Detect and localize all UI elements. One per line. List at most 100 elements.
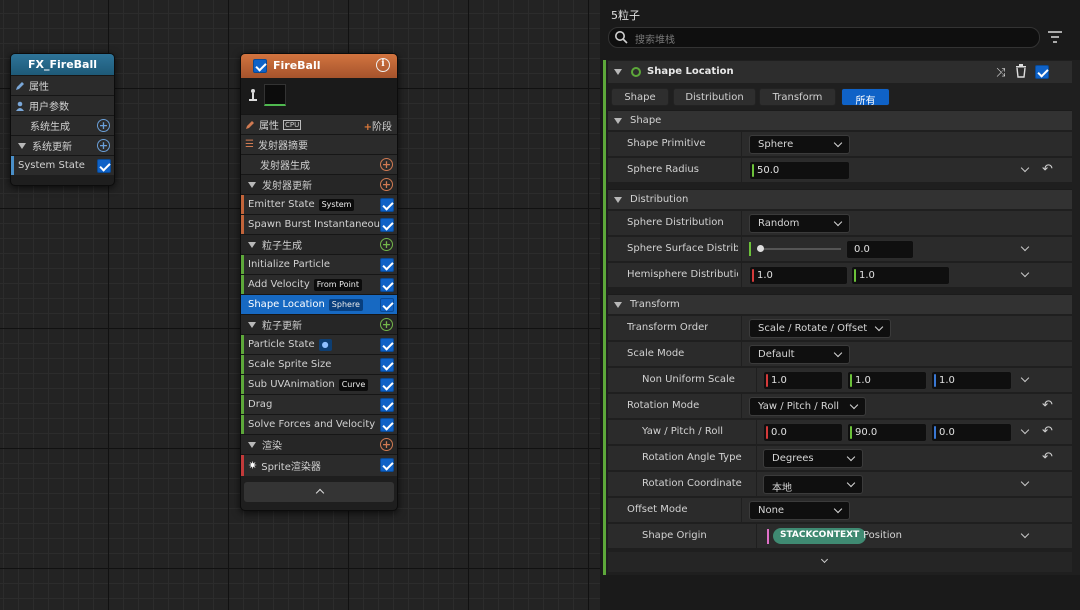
add-velocity-module[interactable]: Add Velocity From Point — [241, 274, 397, 294]
add-stage-button[interactable]: +阶段 — [364, 118, 392, 133]
graph-canvas[interactable]: FX_FireBall 属性 用户参数 系统生成 + 系统更新 + System… — [0, 0, 600, 610]
rotation-coordinate-dropdown[interactable]: 本地 — [763, 475, 863, 494]
sphere-distribution-dropdown[interactable]: Random — [749, 214, 850, 233]
drag-checkbox[interactable] — [380, 398, 394, 412]
expand-arrow-icon[interactable] — [614, 118, 622, 124]
slider-handle[interactable] — [757, 245, 764, 252]
scale-mode-dropdown[interactable]: Default — [749, 345, 850, 364]
expand-arrow-icon[interactable] — [248, 441, 256, 448]
chevron-down-icon[interactable] — [1020, 242, 1030, 252]
chevron-down-icon[interactable] — [1020, 529, 1030, 539]
module-enable-checkbox[interactable] — [1035, 65, 1049, 79]
info-icon[interactable]: i — [376, 58, 390, 72]
scale-sprite-size-module[interactable]: Scale Sprite Size — [241, 354, 397, 374]
stack-context-pill[interactable]: STACKCONTEXT — [773, 528, 867, 544]
collapse-node-button[interactable] — [244, 482, 394, 502]
particle-state-checkbox[interactable] — [380, 338, 394, 352]
sprite-renderer-checkbox[interactable] — [380, 458, 394, 472]
system-properties-row[interactable]: 属性 — [11, 75, 114, 95]
show-more-button[interactable] — [608, 552, 1072, 572]
chevron-down-icon[interactable] — [1020, 425, 1030, 435]
add-renderer-icon[interactable]: + — [380, 438, 393, 451]
section-shape[interactable]: Shape — [608, 110, 1072, 130]
section-distribution[interactable]: Distribution — [608, 189, 1072, 209]
tab-transform[interactable]: Transform — [759, 88, 836, 106]
expand-arrow-icon[interactable] — [248, 181, 256, 188]
add-velocity-checkbox[interactable] — [380, 278, 394, 292]
shuffle-icon[interactable]: ⤨ — [996, 65, 1006, 80]
reset-icon[interactable]: ↶ — [1042, 399, 1053, 412]
section-transform[interactable]: Transform — [608, 294, 1072, 314]
add-emitter-update-icon[interactable]: + — [380, 178, 393, 191]
add-system-update-icon[interactable]: + — [97, 139, 110, 152]
emitter-summary-row[interactable]: ☰ 发射器摘要 — [241, 134, 397, 154]
solve-forces-checkbox[interactable] — [380, 418, 394, 432]
add-particle-update-icon[interactable]: + — [380, 318, 393, 331]
drag-module[interactable]: Drag — [241, 394, 397, 414]
initialize-particle-module[interactable]: Initialize Particle — [241, 254, 397, 274]
tab-distribution[interactable]: Distribution — [673, 88, 756, 106]
reset-icon[interactable]: ↶ — [1042, 451, 1053, 464]
system-user-params-row[interactable]: 用户参数 — [11, 95, 114, 115]
chevron-down-icon[interactable] — [1020, 163, 1030, 173]
expand-arrow-icon[interactable] — [18, 142, 26, 149]
emitter-state-checkbox[interactable] — [380, 198, 394, 212]
hemisphere-y-input[interactable]: 1.0 — [851, 266, 950, 285]
shape-primitive-dropdown[interactable]: Sphere — [749, 135, 850, 154]
system-node[interactable]: FX_FireBall 属性 用户参数 系统生成 + 系统更新 + System… — [10, 53, 115, 186]
initialize-particle-checkbox[interactable] — [380, 258, 394, 272]
filter-icon[interactable] — [1048, 31, 1062, 46]
sprite-renderer-module[interactable]: ✷ Sprite渲染器 — [241, 454, 397, 476]
chevron-down-icon[interactable] — [1020, 477, 1030, 487]
emitter-thumbnail[interactable] — [264, 84, 286, 106]
reset-icon[interactable]: ↶ — [1042, 163, 1053, 176]
shape-location-checkbox[interactable] — [380, 298, 394, 312]
system-update-row[interactable]: 系统更新 + — [11, 135, 114, 155]
rotation-angle-type-dropdown[interactable]: Degrees — [763, 449, 863, 468]
shape-location-module[interactable]: Shape Location Sphere — [241, 294, 397, 314]
chevron-down-icon[interactable] — [1020, 268, 1030, 278]
ypr-x-input[interactable]: 0.0 — [763, 423, 843, 442]
trash-icon[interactable] — [1015, 64, 1027, 81]
system-node-header[interactable]: FX_FireBall — [11, 54, 114, 75]
rotation-mode-dropdown[interactable]: Yaw / Pitch / Roll — [749, 397, 866, 416]
expand-arrow-icon[interactable] — [614, 197, 622, 203]
expand-arrow-icon[interactable] — [248, 321, 256, 328]
solve-forces-module[interactable]: Solve Forces and Velocity — [241, 414, 397, 434]
system-state-checkbox[interactable] — [97, 159, 111, 173]
add-emitter-spawn-icon[interactable]: + — [380, 158, 393, 171]
emitter-enable-checkbox[interactable] — [253, 59, 267, 73]
scale-y-input[interactable]: 1.0 — [847, 371, 927, 390]
system-state-row[interactable]: System State — [11, 155, 114, 175]
module-header[interactable]: Shape Location ⤨ — [608, 61, 1072, 83]
emitter-node[interactable]: FireBall i 属性 CPU +阶段 ☰ 发射器摘要 发射器生成 + 发射… — [240, 53, 398, 511]
add-system-spawn-icon[interactable]: + — [97, 119, 110, 132]
particle-spawn-row[interactable]: 粒子生成 + — [241, 234, 397, 254]
expand-arrow-icon[interactable] — [248, 241, 256, 248]
render-row[interactable]: 渲染 + — [241, 434, 397, 454]
particle-state-module[interactable]: Particle State ● — [241, 334, 397, 354]
reset-icon[interactable]: ↶ — [1042, 425, 1053, 438]
ypr-z-input[interactable]: 0.0 — [931, 423, 1012, 442]
transform-order-dropdown[interactable]: Scale / Rotate / Offset — [749, 319, 891, 338]
add-particle-spawn-icon[interactable]: + — [380, 238, 393, 251]
emitter-properties-row[interactable]: 属性 CPU +阶段 — [241, 114, 397, 134]
sub-uv-animation-module[interactable]: Sub UVAnimation Curve — [241, 374, 397, 394]
sphere-surface-slider[interactable] — [749, 242, 841, 256]
scale-z-input[interactable]: 1.0 — [931, 371, 1012, 390]
tab-shape[interactable]: Shape — [611, 88, 669, 106]
sphere-radius-input[interactable]: 50.0 — [749, 161, 850, 180]
emitter-node-header[interactable]: FireBall i — [241, 54, 397, 78]
tab-all[interactable]: 所有 — [841, 88, 890, 107]
expand-arrow-icon[interactable] — [614, 302, 622, 308]
spawn-burst-module[interactable]: Spawn Burst Instantaneous — [241, 214, 397, 234]
system-spawn-row[interactable]: 系统生成 + — [11, 115, 114, 135]
scale-x-input[interactable]: 1.0 — [763, 371, 843, 390]
particle-update-row[interactable]: 粒子更新 + — [241, 314, 397, 334]
sphere-surface-input[interactable]: 0.0 — [846, 240, 914, 259]
emitter-spawn-row[interactable]: 发射器生成 + — [241, 154, 397, 174]
chevron-down-icon[interactable] — [1020, 373, 1030, 383]
search-box[interactable]: 搜索堆栈 — [608, 27, 1040, 48]
offset-mode-dropdown[interactable]: None — [749, 501, 850, 520]
scale-sprite-size-checkbox[interactable] — [380, 358, 394, 372]
